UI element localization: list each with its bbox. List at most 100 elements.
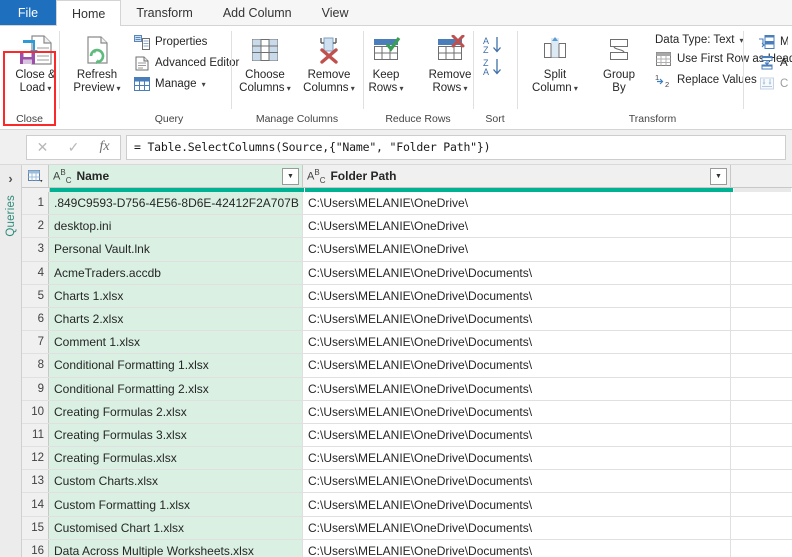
group-label-combine [743,113,788,129]
cell-folder-path[interactable]: C:\Users\MELANIE\OneDrive\Documents\ [303,331,731,353]
table-row[interactable]: 12Creating Formulas.xlsxC:\Users\MELANIE… [22,447,792,470]
table-row[interactable]: 16Data Across Multiple Worksheets.xlsxC:… [22,540,792,557]
manage-caret-icon[interactable]: ▾ [202,80,206,89]
tab-home[interactable]: Home [56,0,121,26]
tab-add-column[interactable]: Add Column [208,0,307,26]
cell-name[interactable]: Data Across Multiple Worksheets.xlsx [49,540,303,557]
choose-columns-caret-icon[interactable]: ▾ [285,84,291,93]
manage-grid-icon [133,76,150,92]
column-header-name[interactable]: ABC Name ▼ [49,165,303,187]
tab-file[interactable]: File [0,0,56,26]
filter-dropdown-folder-path[interactable]: ▼ [710,168,727,185]
merge-queries-button[interactable]: M [754,32,788,52]
refresh-preview-button[interactable]: Refresh Preview ▾ [65,30,129,98]
table-row[interactable]: 7Comment 1.xlsxC:\Users\MELANIE\OneDrive… [22,331,792,354]
data-type-label: Data Type: Text [655,34,734,46]
cell-name[interactable]: Creating Formulas 2.xlsx [49,401,303,423]
formula-fx-icon[interactable]: fx [89,139,120,155]
sort-ascending-icon: A Z [482,35,508,55]
table-row[interactable]: 14Custom Formatting 1.xlsxC:\Users\MELAN… [22,493,792,516]
grid-corner-button[interactable] [22,165,49,187]
table-row[interactable]: 13Custom Charts.xlsxC:\Users\MELANIE\One… [22,470,792,493]
cell-folder-path[interactable]: C:\Users\MELANIE\OneDrive\Documents\ [303,262,731,284]
tab-add-column-label: Add Column [223,6,292,20]
row-number: 9 [22,378,49,400]
cell-folder-path[interactable]: C:\Users\MELANIE\OneDrive\Documents\ [303,493,731,515]
remove-columns-button[interactable]: Remove Columns ▾ [297,30,361,98]
group-by-button[interactable]: Group By [587,30,651,97]
table-row[interactable]: 1.849C9593-D756-4E56-8D6E-42412F2A707BC:… [22,192,792,215]
cell-name[interactable]: Custom Formatting 1.xlsx [49,493,303,515]
table-row[interactable]: 8Conditional Formatting 1.xlsxC:\Users\M… [22,354,792,377]
formula-cancel-icon[interactable]: ✕ [27,139,58,156]
column-header-folder-path[interactable]: ABC Folder Path ▼ [303,165,731,187]
manage-button[interactable]: Manage ▾ [129,74,243,94]
split-column-button[interactable]: Split Column ▾ [523,30,587,98]
expand-queries-icon[interactable]: › [8,171,12,186]
choose-columns-button[interactable]: Choose Columns ▾ [233,30,297,98]
cell-name[interactable]: Conditional Formatting 2.xlsx [49,378,303,400]
tab-view[interactable]: View [307,0,364,26]
tab-transform[interactable]: Transform [121,0,208,26]
close-and-load-button[interactable]: Close & Load ▾ [6,30,65,98]
cell-folder-path[interactable]: C:\Users\MELANIE\OneDrive\ [303,192,731,214]
cell-folder-path[interactable]: C:\Users\MELANIE\OneDrive\Documents\ [303,517,731,539]
cell-name[interactable]: Charts 2.xlsx [49,308,303,330]
tab-file-label: File [18,6,38,20]
row-number: 1 [22,192,49,214]
cell-name[interactable]: Custom Charts.xlsx [49,470,303,492]
cell-folder-path[interactable]: C:\Users\MELANIE\OneDrive\Documents\ [303,470,731,492]
cell-name[interactable]: .849C9593-D756-4E56-8D6E-42412F2A707B [49,192,303,214]
cell-folder-path[interactable]: C:\Users\MELANIE\OneDrive\ [303,238,731,260]
formula-input[interactable]: = Table.SelectColumns(Source,{"Name", "F… [126,135,786,160]
row-tail [731,215,792,237]
cell-name[interactable]: desktop.ini [49,215,303,237]
table-row[interactable]: 6Charts 2.xlsxC:\Users\MELANIE\OneDrive\… [22,308,792,331]
cell-name[interactable]: Comment 1.xlsx [49,331,303,353]
work-area: › Queries ABC Name ▼ ABC Folder Path ▼ [0,165,792,557]
queries-pane-collapsed[interactable]: › Queries [0,165,22,557]
sort-descending-button[interactable]: Z A [482,56,508,78]
table-row[interactable]: 3Personal Vault.lnkC:\Users\MELANIE\OneD… [22,238,792,261]
filter-dropdown-name[interactable]: ▼ [282,168,299,185]
keep-rows-caret-icon[interactable]: ▾ [397,84,403,93]
cell-name[interactable]: Customised Chart 1.xlsx [49,517,303,539]
cell-name[interactable]: AcmeTraders.accdb [49,262,303,284]
cell-folder-path[interactable]: C:\Users\MELANIE\OneDrive\Documents\ [303,447,731,469]
ribbon-tab-bar: File Home Transform Add Column View [0,0,792,26]
row-tail [731,331,792,353]
table-row[interactable]: 5Charts 1.xlsxC:\Users\MELANIE\OneDrive\… [22,285,792,308]
cell-name[interactable]: Creating Formulas.xlsx [49,447,303,469]
cell-folder-path[interactable]: C:\Users\MELANIE\OneDrive\ [303,215,731,237]
cell-folder-path[interactable]: C:\Users\MELANIE\OneDrive\Documents\ [303,378,731,400]
properties-icon [133,34,150,50]
refresh-caret-icon[interactable]: ▾ [114,84,120,93]
table-row[interactable]: 10Creating Formulas 2.xlsxC:\Users\MELAN… [22,401,792,424]
properties-button[interactable]: Properties [129,32,243,52]
formula-accept-icon[interactable]: ✓ [58,139,89,156]
table-row[interactable]: 2desktop.iniC:\Users\MELANIE\OneDrive\ [22,215,792,238]
row-tail [731,540,792,557]
append-queries-button[interactable]: A [754,53,788,73]
cell-name[interactable]: Creating Formulas 3.xlsx [49,424,303,446]
split-column-caret-icon[interactable]: ▾ [572,84,578,93]
table-row[interactable]: 9Conditional Formatting 2.xlsxC:\Users\M… [22,378,792,401]
cell-name[interactable]: Charts 1.xlsx [49,285,303,307]
cell-folder-path[interactable]: C:\Users\MELANIE\OneDrive\Documents\ [303,354,731,376]
keep-rows-button[interactable]: Keep Rows ▾ [354,30,418,98]
remove-rows-caret-icon[interactable]: ▾ [461,84,467,93]
table-row[interactable]: 11Creating Formulas 3.xlsxC:\Users\MELAN… [22,424,792,447]
table-row[interactable]: 4AcmeTraders.accdbC:\Users\MELANIE\OneDr… [22,262,792,285]
combine-files-button[interactable]: C [754,74,788,94]
cell-folder-path[interactable]: C:\Users\MELANIE\OneDrive\Documents\ [303,285,731,307]
cell-name[interactable]: Personal Vault.lnk [49,238,303,260]
cell-folder-path[interactable]: C:\Users\MELANIE\OneDrive\Documents\ [303,401,731,423]
cell-name[interactable]: Conditional Formatting 1.xlsx [49,354,303,376]
table-row[interactable]: 15Customised Chart 1.xlsxC:\Users\MELANI… [22,517,792,540]
cell-folder-path[interactable]: C:\Users\MELANIE\OneDrive\Documents\ [303,308,731,330]
close-load-caret-icon[interactable]: ▾ [45,84,51,93]
advanced-editor-button[interactable]: Advanced Editor [129,53,243,73]
cell-folder-path[interactable]: C:\Users\MELANIE\OneDrive\Documents\ [303,540,731,557]
sort-ascending-button[interactable]: A Z [482,34,508,56]
cell-folder-path[interactable]: C:\Users\MELANIE\OneDrive\Documents\ [303,424,731,446]
